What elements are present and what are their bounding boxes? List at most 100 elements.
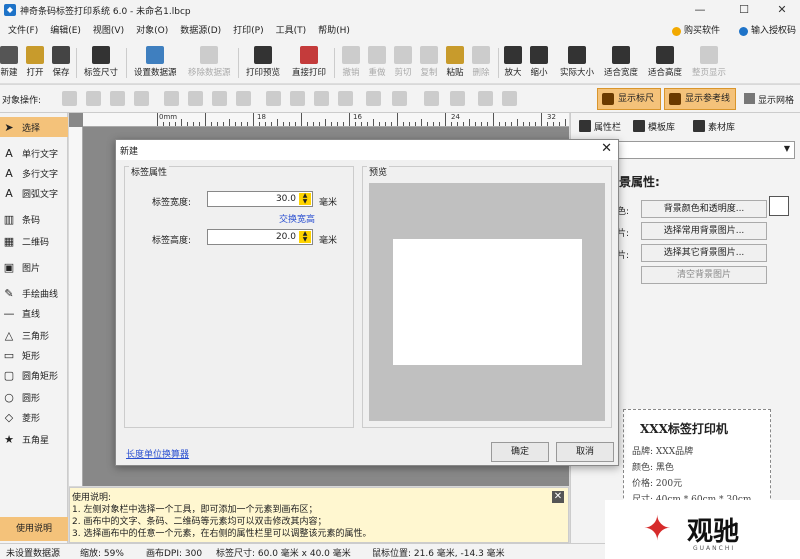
align-justify-icon[interactable] <box>236 91 251 106</box>
tool-rounded-rect[interactable]: ▢ 圆角矩形 <box>0 365 68 385</box>
tool-diamond[interactable]: ◇ 菱形 <box>0 407 68 427</box>
menu-datasource[interactable]: 数据源(D) <box>174 20 227 42</box>
toolbar-button[interactable]: 剪切 <box>394 46 412 78</box>
distribute-icon[interactable] <box>338 91 353 106</box>
align-bottom-icon[interactable] <box>314 91 329 106</box>
tool-qrcode[interactable]: ▦ 二维码 <box>0 231 68 251</box>
width-unit: 毫米 <box>319 198 338 208</box>
menu-print[interactable]: 打印(P) <box>227 20 269 42</box>
ungroup-icon[interactable] <box>450 91 465 106</box>
tool-text-single[interactable]: A 单行文字 <box>0 143 68 163</box>
ruler-tick <box>559 122 560 126</box>
ruler-tick <box>211 122 212 126</box>
close-window-button[interactable]: ✕ <box>762 0 800 20</box>
align-center-icon[interactable] <box>188 91 203 106</box>
toolbar-button[interactable]: 粘贴 <box>446 46 464 78</box>
tab-materials[interactable]: 素材库 <box>693 116 735 136</box>
tab-properties[interactable]: 属性栏 <box>579 116 621 136</box>
toolbar-button[interactable]: 设置数据源 <box>134 46 177 78</box>
common-bg-image-button[interactable]: 选择常用背景图片... <box>641 222 767 240</box>
toolbar-button[interactable]: 适合宽度 <box>604 46 638 78</box>
tool-circle[interactable]: ○ 圆形 <box>0 387 68 407</box>
width-spinner-icon[interactable]: ▲ ▼ <box>299 193 311 205</box>
show-grid-button[interactable]: 显示网格 <box>744 93 794 106</box>
tool-barcode[interactable]: ▥ 条码 <box>0 209 68 229</box>
width-input[interactable]: 30.0 ▲ ▼ <box>207 191 313 207</box>
menu-help[interactable]: 帮助(H) <box>312 20 356 42</box>
layer-top-icon[interactable] <box>110 91 125 106</box>
toolbar-button[interactable]: 重做 <box>368 46 386 78</box>
layer-bottom-icon[interactable] <box>134 91 149 106</box>
unlock-icon[interactable] <box>502 91 517 106</box>
help-close-button[interactable]: ✕ <box>552 491 564 503</box>
align-middle-icon[interactable] <box>290 91 305 106</box>
license-button[interactable]: 输入授权码 <box>738 20 796 42</box>
tool-image[interactable]: ▣ 图片 <box>0 257 68 277</box>
toolbar-button[interactable]: 缩小 <box>530 46 548 78</box>
tool-text-arc[interactable]: A 圆弧文字 <box>0 183 68 203</box>
align-right-icon[interactable] <box>212 91 227 106</box>
toolbar-button[interactable]: 打印预览 <box>246 46 280 78</box>
label-size-icon <box>92 46 110 64</box>
other-bg-image-button[interactable]: 选择其它背景图片... <box>641 244 767 262</box>
menu-tools[interactable]: 工具(T) <box>270 20 313 42</box>
object-toolbar: 对象操作: 显示标尺 显示参考线 显示网格 <box>0 85 800 113</box>
buy-software-button[interactable]: 购买软件 <box>671 20 720 42</box>
menu-view[interactable]: 视图(V) <box>87 20 130 42</box>
swap-dimensions-link[interactable]: 交换宽高 <box>279 212 315 225</box>
toolbar-button[interactable]: 适合高度 <box>648 46 682 78</box>
align-left-icon[interactable] <box>164 91 179 106</box>
tab-templates[interactable]: 模板库 <box>633 116 675 136</box>
clear-bg-image-button[interactable]: 清空背景图片 <box>641 266 767 284</box>
toolbar-separator <box>126 48 127 78</box>
toolbar-button[interactable]: 打开 <box>26 46 44 78</box>
toolbar-button[interactable]: 直接打印 <box>292 46 326 78</box>
maximize-button[interactable]: ☐ <box>724 0 764 20</box>
dialog-close-button[interactable]: ✕ <box>601 141 612 157</box>
same-height-icon[interactable] <box>392 91 407 106</box>
toolbar-button[interactable]: 复制 <box>420 46 438 78</box>
toolbar-separator <box>238 48 239 78</box>
toolbar-button[interactable]: 新建 <box>0 46 18 78</box>
tool-cursor[interactable]: ➤ 选择 <box>0 117 68 137</box>
toolbar-button[interactable]: 整页显示 <box>692 46 726 78</box>
layer-up-icon[interactable] <box>62 91 77 106</box>
menu-edit[interactable]: 编辑(E) <box>44 20 87 42</box>
toolbar-button[interactable]: 删除 <box>472 46 490 78</box>
same-width-icon[interactable] <box>366 91 381 106</box>
layer-down-icon[interactable] <box>86 91 101 106</box>
align-top-icon[interactable] <box>266 91 281 106</box>
tool-line[interactable]: — 直线 <box>0 303 68 323</box>
show-ruler-button[interactable]: 显示标尺 <box>597 88 661 110</box>
toolbar-button[interactable]: 放大 <box>504 46 522 78</box>
height-spinner-icon[interactable]: ▲ ▼ <box>299 231 311 243</box>
width-value: 30.0 <box>275 194 296 204</box>
tool-pen[interactable]: ✎ 手绘曲线 <box>0 283 68 303</box>
ruler-tick <box>265 122 266 126</box>
unit-converter-link[interactable]: 长度单位换算器 <box>126 447 189 460</box>
group-icon[interactable] <box>424 91 439 106</box>
ok-button[interactable]: 确定 <box>491 442 549 462</box>
minimize-button[interactable]: — <box>680 0 720 20</box>
toolbar-button[interactable]: 撤销 <box>342 46 360 78</box>
toolbar-button[interactable]: 移除数据源 <box>188 46 231 78</box>
show-guides-button[interactable]: 显示参考线 <box>664 88 736 110</box>
toolbar-button[interactable]: 标签尺寸 <box>84 46 118 78</box>
tool-triangle[interactable]: △ 三角形 <box>0 325 68 345</box>
bg-color-button[interactable]: 背景颜色和透明度... <box>641 200 767 218</box>
color-swatch[interactable] <box>769 196 789 216</box>
menu-file[interactable]: 文件(F) <box>2 20 44 42</box>
toolbar-button-label: 设置数据源 <box>134 68 177 78</box>
menu-object[interactable]: 对象(O) <box>130 20 174 42</box>
tool-rectangle[interactable]: ▭ 矩形 <box>0 345 68 365</box>
lock-icon[interactable] <box>478 91 493 106</box>
cancel-button[interactable]: 取消 <box>556 442 614 462</box>
toolbar-button[interactable]: 保存 <box>52 46 70 78</box>
tool-label: 直线 <box>22 309 41 320</box>
tool-text-multi[interactable]: A 多行文字 <box>0 163 68 183</box>
tool-star[interactable]: ★ 五角星 <box>0 429 68 449</box>
height-input[interactable]: 20.0 ▲ ▼ <box>207 229 313 245</box>
help-button[interactable]: 使用说明 <box>0 517 68 541</box>
toolbar-button[interactable]: 实际大小 <box>560 46 594 78</box>
ruler-tick <box>403 122 404 126</box>
